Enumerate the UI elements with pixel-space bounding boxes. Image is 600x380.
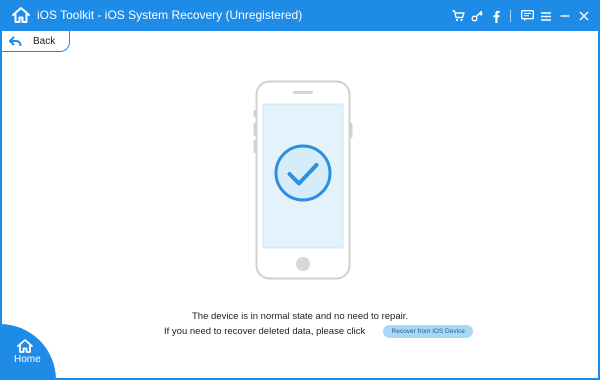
recover-prompt-row: If you need to recover deleted data, ple… — [164, 324, 474, 338]
menu-icon[interactable] — [538, 8, 554, 24]
toolbar-divider — [510, 10, 511, 22]
check-icon — [273, 143, 333, 203]
status-message: The device is in normal state and no nee… — [192, 311, 408, 322]
title-toolbar — [447, 8, 592, 24]
key-icon[interactable] — [469, 8, 485, 24]
title-bar: iOS Toolkit - iOS System Recovery (Unreg… — [0, 0, 600, 31]
recover-prompt: If you need to recover deleted data, ple… — [164, 325, 366, 337]
home-icon[interactable] — [10, 5, 32, 25]
close-icon[interactable] — [576, 8, 592, 24]
home-icon — [16, 338, 34, 354]
window-title: iOS Toolkit - iOS System Recovery (Unreg… — [37, 8, 303, 22]
recover-from-ios-device-button[interactable]: Recover from iOS Device — [383, 324, 474, 338]
home-button[interactable] — [0, 324, 56, 380]
home-label[interactable]: Home — [14, 354, 41, 365]
back-button[interactable]: Back — [2, 31, 70, 52]
app-window: iOS Toolkit - iOS System Recovery (Unreg… — [0, 0, 600, 380]
feedback-icon[interactable] — [519, 8, 535, 24]
back-arrow-icon — [9, 35, 22, 47]
cart-icon[interactable] — [450, 8, 466, 24]
minimize-icon[interactable] — [557, 8, 573, 24]
facebook-icon[interactable] — [488, 8, 504, 24]
back-label: Back — [33, 35, 56, 47]
phone-illustration — [253, 80, 353, 280]
